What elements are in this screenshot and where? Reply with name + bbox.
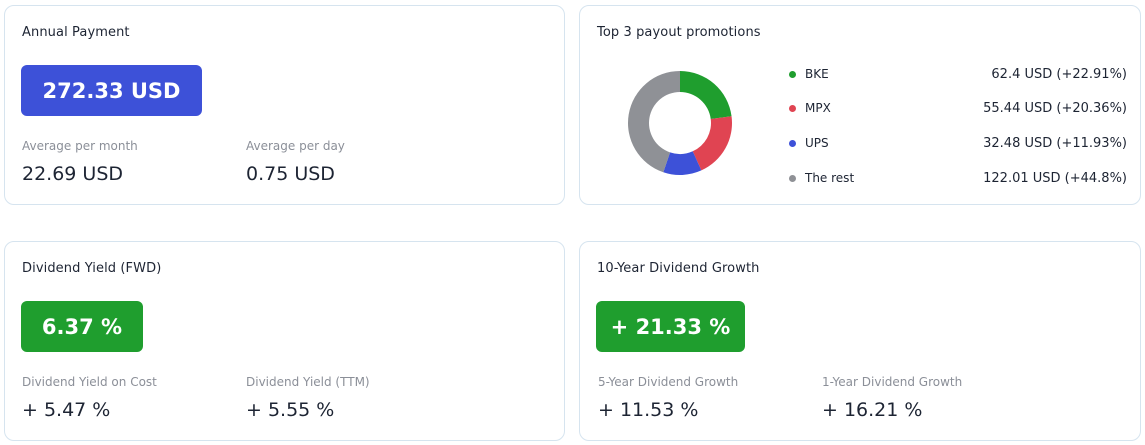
- legend-value: 62.4 USD (+22.91%): [991, 66, 1127, 82]
- dividend-growth-title: 10-Year Dividend Growth: [597, 261, 760, 276]
- five-year-growth-value: + 11.53 %: [598, 399, 699, 421]
- mpx-dot-icon: [789, 104, 796, 112]
- legend-name: MPX: [805, 101, 831, 115]
- legend-value: 32.48 USD (+11.93%): [983, 135, 1127, 151]
- the-rest-dot-icon: [789, 174, 796, 182]
- one-year-growth-value: + 16.21 %: [822, 399, 923, 421]
- yield-ttm-label: Dividend Yield (TTM): [246, 375, 370, 389]
- average-per-month-label: Average per month: [22, 139, 138, 153]
- ups-dot-icon: [789, 139, 796, 147]
- legend-name: The rest: [805, 171, 855, 185]
- donut-slice-bke: [680, 71, 732, 119]
- legend-name: UPS: [805, 136, 829, 150]
- annual-payment-card: Annual Payment 272.33 USD Average per mo…: [4, 5, 565, 205]
- payout-promotions-title: Top 3 payout promotions: [597, 25, 761, 40]
- donut-slice-mpx: [692, 116, 732, 171]
- legend-row-ups: UPS 32.48 USD (+11.93%): [789, 133, 1127, 153]
- payout-promotions-card: Top 3 payout promotions BKE 62.4 USD (+2…: [579, 5, 1141, 205]
- dividend-yield-title: Dividend Yield (FWD): [22, 261, 162, 276]
- annual-payment-title: Annual Payment: [22, 25, 130, 40]
- dividend-yield-value: 6.37 %: [21, 301, 143, 352]
- legend-row-mpx: MPX 55.44 USD (+20.36%): [789, 98, 1127, 118]
- one-year-growth-label: 1-Year Dividend Growth: [822, 375, 963, 389]
- average-per-day-label: Average per day: [246, 139, 345, 153]
- bke-dot-icon: [789, 70, 796, 78]
- legend-row-bke: BKE 62.4 USD (+22.91%): [789, 64, 1127, 84]
- average-per-day-value: 0.75 USD: [246, 163, 335, 185]
- legend-value: 122.01 USD (+44.8%): [983, 170, 1127, 186]
- average-per-month-value: 22.69 USD: [22, 163, 124, 185]
- yield-on-cost-label: Dividend Yield on Cost: [22, 375, 157, 389]
- yield-on-cost-value: + 5.47 %: [22, 399, 111, 421]
- dividend-yield-card: Dividend Yield (FWD) 6.37 % Dividend Yie…: [4, 241, 565, 441]
- legend-value: 55.44 USD (+20.36%): [983, 100, 1127, 116]
- dividend-growth-card: 10-Year Dividend Growth + 21.33 % 5-Year…: [579, 241, 1141, 441]
- legend-name: BKE: [805, 67, 829, 81]
- annual-payment-amount: 272.33 USD: [21, 65, 202, 116]
- payout-donut-chart: [628, 71, 732, 175]
- five-year-growth-label: 5-Year Dividend Growth: [598, 375, 739, 389]
- yield-ttm-value: + 5.55 %: [246, 399, 335, 421]
- legend-row-the-rest: The rest 122.01 USD (+44.8%): [789, 168, 1127, 188]
- ten-year-growth-value: + 21.33 %: [596, 301, 745, 352]
